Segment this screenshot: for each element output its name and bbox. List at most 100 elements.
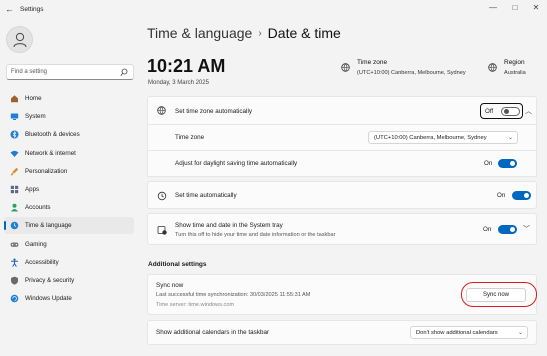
- search-input[interactable]: Find a setting: [6, 64, 134, 80]
- calendars-label: Show additional calendars in the taskbar: [156, 329, 270, 336]
- title-bar: ← Settings — □ ✕: [0, 0, 547, 20]
- sidebar-item-label: Accounts: [25, 204, 51, 212]
- globe-clock-icon: [10, 222, 19, 230]
- tray-description: Turn this off to hide your time and date…: [175, 232, 336, 238]
- auto-timezone-row[interactable]: Set time zone automatically Off ︿: [147, 96, 537, 125]
- search-placeholder: Find a setting: [11, 69, 48, 75]
- auto-time-label: Set time automatically: [175, 192, 237, 199]
- auto-time-row[interactable]: Set time automatically On: [147, 181, 537, 209]
- sidebar-item-label: Apps: [25, 186, 40, 193]
- sidebar-item-label: Accessibility: [25, 258, 59, 266]
- calendars-row: Show additional calendars in the taskbar…: [147, 320, 537, 345]
- highlight-annotation: [461, 282, 537, 307]
- close-icon[interactable]: ✕: [530, 3, 542, 12]
- taskbar-clock-icon: [157, 226, 167, 235]
- person-icon: [13, 32, 27, 48]
- back-arrow-icon[interactable]: ←: [5, 4, 14, 14]
- sidebar-item-label: Privacy & security: [25, 277, 75, 284]
- timezone-select-value: (UTC+10:00) Canberra, Melbourne, Sydney: [374, 135, 487, 141]
- sidebar-item-personalization[interactable]: Personalization: [4, 163, 134, 180]
- sidebar-item-privacy-security[interactable]: Privacy & security: [4, 272, 134, 289]
- globe-clock-icon: [157, 106, 166, 115]
- auto-timezone-toggle-focus[interactable]: Off: [480, 103, 523, 119]
- sync-server: Time server: time.windows.com: [156, 302, 235, 308]
- header-region: Region Australia: [488, 59, 538, 81]
- shield-icon: [11, 276, 18, 285]
- region-value: Australia: [504, 70, 526, 76]
- sidebar-item-system[interactable]: System: [4, 108, 134, 125]
- auto-timezone-label: Set time zone automatically: [175, 108, 252, 115]
- sidebar-item-windows-update[interactable]: Windows Update: [4, 290, 134, 307]
- sidebar-item-apps[interactable]: Apps: [4, 181, 134, 198]
- current-time: 10:21 AM: [147, 56, 226, 76]
- sidebar-item-label: Windows Update: [25, 295, 72, 303]
- tray-row[interactable]: Show time and date in the System tray Tu…: [147, 213, 537, 245]
- calendars-select[interactable]: Don't show additional calendars ⌄: [410, 326, 528, 339]
- toggle-knob: [510, 161, 515, 166]
- user-avatar[interactable]: [6, 26, 33, 53]
- toggle-knob: [524, 193, 529, 198]
- sidebar-item-label: Bluetooth & devices: [25, 131, 80, 139]
- monitor-icon: [10, 113, 19, 121]
- sidebar-item-label: Home: [25, 95, 42, 102]
- search-icon: [120, 68, 128, 76]
- sidebar-item-bluetooth-devices[interactable]: Bluetooth & devices: [4, 126, 134, 143]
- chevron-down-icon[interactable]: ﹀: [523, 224, 530, 234]
- sidebar-item-label: Gaming: [25, 240, 47, 248]
- accessibility-icon: [11, 258, 18, 267]
- timezone-row: Time zone (UTC+10:00) Canberra, Melbourn…: [147, 125, 537, 151]
- tray-label: Show time and date in the System tray: [175, 222, 283, 229]
- clock-icon: [157, 191, 167, 201]
- auto-timezone-toggle[interactable]: [501, 107, 520, 116]
- breadcrumb-separator: ›: [258, 28, 262, 39]
- dst-row[interactable]: Adjust for daylight saving time automati…: [147, 151, 537, 177]
- header-timezone: Time zone (UTC+10:00) Canberra, Melbourn…: [341, 59, 481, 81]
- sidebar-item-label: Network & internet: [25, 149, 76, 157]
- tray-state: On: [483, 226, 492, 233]
- dst-toggle[interactable]: [498, 159, 517, 168]
- sidebar-item-network-internet[interactable]: Network & internet: [4, 145, 134, 162]
- person-icon: [11, 203, 18, 212]
- toggle-knob: [504, 109, 509, 114]
- timezone-value: (UTC+10:00) Canberra, Melbourne, Sydney: [357, 70, 466, 76]
- minimize-icon[interactable]: —: [487, 3, 499, 12]
- current-date: Monday, 3 March 2025: [148, 80, 209, 86]
- breadcrumb-parent[interactable]: Time & language: [147, 25, 252, 41]
- sidebar-item-time-language[interactable]: Time & language: [4, 217, 134, 235]
- gamepad-icon: [10, 242, 19, 247]
- brush-icon: [10, 167, 19, 176]
- chevron-up-icon[interactable]: ︿: [525, 106, 532, 116]
- sidebar-item-accounts[interactable]: Accounts: [4, 199, 134, 216]
- timezone-label: Time zone: [357, 59, 388, 66]
- dst-state: On: [484, 160, 493, 167]
- auto-time-toggle[interactable]: [512, 191, 531, 200]
- sidebar-item-label: Time & language: [25, 222, 72, 230]
- chevron-down-icon: ⌄: [517, 330, 523, 336]
- home-icon: [11, 95, 18, 103]
- timezone-select[interactable]: (UTC+10:00) Canberra, Melbourne, Sydney …: [368, 131, 518, 144]
- sidebar-item-gaming[interactable]: Gaming: [4, 236, 134, 253]
- sync-label: Sync now: [156, 282, 184, 289]
- page-title: Date & time: [267, 25, 341, 41]
- timezone-row-label: Time zone: [175, 134, 205, 141]
- breadcrumb: Time & language › Date & time: [147, 25, 341, 41]
- sidebar-item-accessibility[interactable]: Accessibility: [4, 254, 134, 271]
- maximize-icon[interactable]: □: [509, 3, 521, 12]
- sidebar-item-label: System: [25, 113, 46, 121]
- update-icon: [10, 294, 19, 303]
- sidebar-item-home[interactable]: Home: [4, 90, 134, 107]
- wifi-icon: [10, 150, 19, 157]
- region-label: Region: [504, 59, 525, 66]
- sync-last-time: Last successful time synchronization: 30…: [156, 292, 311, 298]
- auto-timezone-state: Off: [485, 108, 494, 115]
- apps-icon: [10, 185, 19, 194]
- window-title: Settings: [20, 6, 44, 13]
- toggle-knob: [510, 227, 515, 232]
- tray-toggle[interactable]: [498, 225, 517, 234]
- calendars-select-value: Don't show additional calendars: [416, 330, 498, 336]
- sidebar-item-label: Personalization: [25, 167, 68, 175]
- chevron-down-icon: ⌄: [507, 135, 513, 141]
- dst-label: Adjust for daylight saving time automati…: [175, 160, 298, 167]
- active-indicator: [4, 221, 6, 231]
- section-title-additional: Additional settings: [148, 261, 207, 268]
